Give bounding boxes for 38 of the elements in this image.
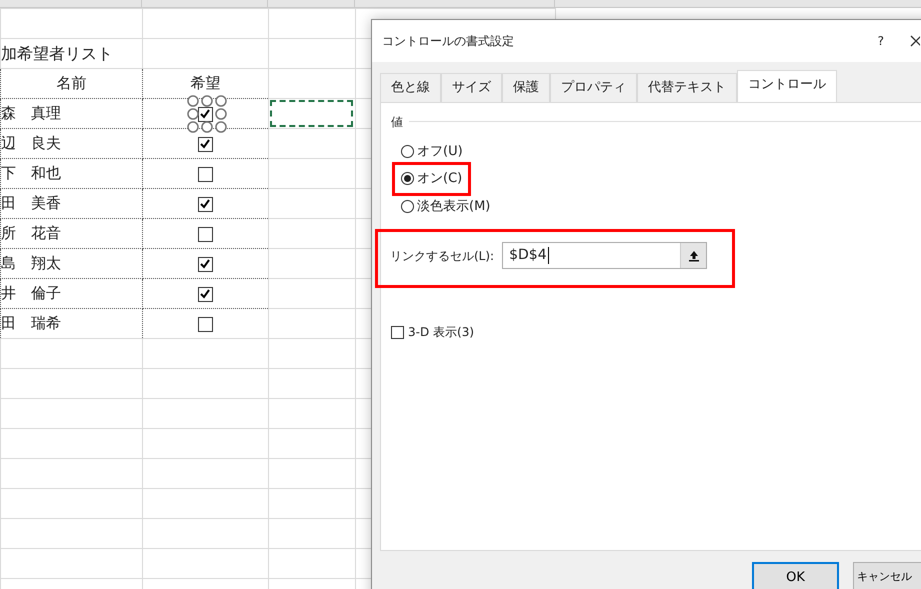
field-label: リンクするセル(L): (390, 248, 494, 264)
close-icon[interactable] (910, 35, 920, 47)
checkbox[interactable] (198, 226, 213, 242)
cancel-button[interactable]: キャンセル (853, 562, 921, 589)
checkbox-label: 3-D 表示(3) (408, 324, 474, 341)
tab[interactable]: 保護 (502, 73, 550, 102)
column-header: 希望 (190, 74, 220, 92)
name-cell: 田 美香 (1, 194, 61, 212)
group-label: 値 (391, 114, 403, 130)
checkbox[interactable] (198, 256, 213, 272)
checkbox[interactable] (198, 136, 213, 152)
name-cell: 井 倫子 (1, 284, 61, 302)
name-cell: 辺 良夫 (1, 134, 61, 152)
tab[interactable]: 代替テキスト (637, 73, 737, 102)
name-cell: 下 和也 (1, 164, 61, 182)
dialog-title: コントロールの書式設定 (382, 33, 514, 50)
checkbox[interactable] (391, 326, 404, 338)
ok-button[interactable]: OK (752, 562, 839, 589)
radio-option[interactable]: オン(C) (392, 162, 472, 196)
link-cell-field[interactable]: $D$4 (502, 242, 707, 269)
checkbox[interactable] (198, 166, 213, 182)
tab[interactable]: サイズ (441, 73, 502, 102)
column-header: 名前 (56, 74, 86, 92)
collapse-button[interactable] (680, 243, 706, 268)
sheet-title: 加希望者リスト (1, 44, 113, 62)
checkbox[interactable] (198, 286, 213, 302)
selection-handles-drawing[interactable] (187, 95, 227, 133)
upload-arrow-icon (688, 250, 700, 262)
tab[interactable]: 色と線 (380, 73, 441, 102)
name-cell: 森 真理 (1, 104, 61, 122)
checkbox[interactable] (198, 316, 213, 332)
tab[interactable]: コントロール (737, 70, 837, 102)
help-button[interactable]: ? (878, 32, 884, 50)
tab[interactable]: プロパティ (550, 73, 637, 102)
checkbox[interactable] (198, 196, 213, 212)
name-cell: 島 翔太 (1, 254, 61, 272)
name-cell: 所 花音 (1, 224, 61, 242)
name-cell: 田 瑞希 (1, 314, 61, 332)
